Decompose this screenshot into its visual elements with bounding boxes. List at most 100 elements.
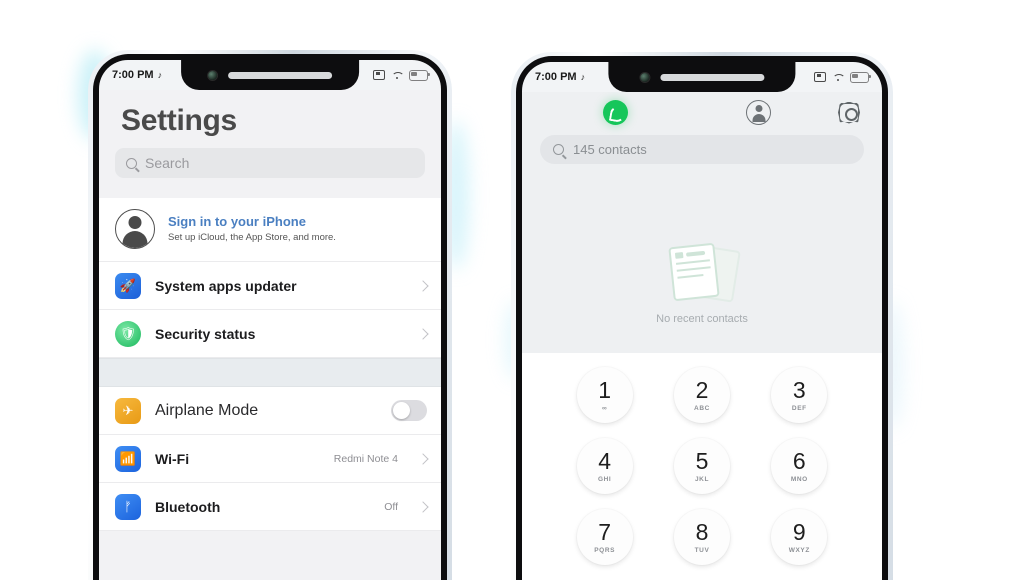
settings-content: Settings Search Sign in to your iPhone S…: [99, 90, 441, 580]
key-letters: ABC: [694, 404, 710, 412]
chevron-right-icon: [417, 279, 429, 292]
row-value: Redmi Note 4: [333, 452, 398, 465]
sign-in-text: Sign in to your iPhone Set up iCloud, th…: [168, 214, 336, 245]
key-digit: 6: [792, 447, 806, 474]
airplane-mode-toggle[interactable]: [391, 400, 427, 421]
settings-row-bluetooth[interactable]: ᚠ Bluetooth Off: [99, 483, 441, 531]
gear-icon: [838, 102, 860, 124]
battery-icon: [409, 69, 430, 81]
mute-icon: ♪: [580, 72, 586, 82]
settings-row-airplane-mode[interactable]: ✈ Airplane Mode: [99, 387, 441, 435]
dialpad: 1 ∞ 2 ABC 3 DEF 4 GHI 5 JKL 6 MNO 7 PQRS…: [522, 353, 882, 580]
section-separator: [99, 358, 441, 387]
dialpad-key-5[interactable]: 5 JKL: [673, 438, 730, 494]
key-digit: 5: [695, 447, 709, 474]
shield-icon: 🛡: [115, 320, 141, 347]
empty-state: No recent contacts: [522, 242, 882, 325]
bluetooth-icon: ᚠ: [115, 493, 141, 520]
settings-row-system-apps-updater[interactable]: 🚀 System apps updater: [99, 262, 441, 310]
wifi-icon: [832, 73, 844, 82]
dialpad-key-3[interactable]: 3 DEF: [771, 367, 828, 423]
settings-row-security-status[interactable]: 🛡 Security status: [99, 310, 441, 358]
tab-settings[interactable]: [838, 102, 860, 124]
row-label: System apps updater: [155, 277, 297, 294]
contacts-icon: [746, 100, 771, 125]
chevron-right-icon: [417, 327, 429, 340]
sign-in-title: Sign in to your iPhone: [168, 213, 306, 229]
chevron-right-icon: [417, 452, 429, 465]
key-digit: 9: [792, 518, 806, 545]
key-digit: 7: [598, 518, 612, 545]
tab-keypad[interactable]: [544, 100, 687, 125]
row-label: Security status: [155, 325, 256, 342]
sign-in-row[interactable]: Sign in to your iPhone Set up iCloud, th…: [99, 198, 441, 262]
dialpad-key-7[interactable]: 7 PQRS: [576, 509, 633, 565]
search-input[interactable]: Search: [115, 148, 425, 178]
dialer-tabbar: [522, 92, 882, 131]
settings-row-wifi[interactable]: 📶 Wi-Fi Redmi Note 4: [99, 435, 441, 483]
dialpad-row: 7 PQRS 8 TUV 9 WXYZ: [522, 509, 882, 565]
dialer-content: 145 contacts No recent contacts 1 ∞ 2 AB…: [522, 92, 882, 580]
key-letters: DEF: [791, 404, 807, 412]
status-bar-left-group: 7:00 PM ♪: [112, 69, 162, 81]
dialpad-row: 1 ∞ 2 ABC 3 DEF: [522, 367, 882, 423]
search-icon: [553, 144, 564, 155]
key-digit: 1: [598, 376, 612, 403]
wifi-icon: [391, 71, 403, 80]
key-letters: MNO: [790, 475, 808, 483]
status-bar-right: 7:00 PM ♪: [522, 62, 882, 92]
empty-contacts-cards-icon: [665, 242, 741, 304]
key-letters: PQRS: [594, 546, 616, 554]
key-digit: 3: [792, 376, 806, 403]
airplane-icon: ✈: [115, 397, 141, 424]
screenshot-icon: [814, 72, 826, 82]
settings-group-account: Sign in to your iPhone Set up iCloud, th…: [99, 198, 441, 358]
row-label: Airplane Mode: [155, 401, 259, 419]
dialpad-key-9[interactable]: 9 WXYZ: [771, 509, 828, 565]
wifi-icon: 📶: [115, 445, 141, 472]
status-bar-right-group: [814, 71, 871, 83]
phone-mockup-settings: 7:00 PM ♪ Settings Search Sign in to you…: [88, 50, 452, 580]
page-title: Settings: [121, 104, 237, 137]
dialpad-key-8[interactable]: 8 TUV: [673, 509, 730, 565]
key-letters: GHI: [597, 475, 612, 483]
key-digit: 8: [695, 518, 709, 545]
battery-icon: [850, 71, 871, 83]
phone-icon: [603, 100, 628, 125]
settings-group-connectivity: ✈ Airplane Mode 📶 Wi-Fi Redmi Note 4 ᚠ B…: [99, 387, 441, 531]
status-time: 7:00 PM: [112, 69, 154, 81]
phone-screen-dialer: 7:00 PM ♪ 145 contacts No recent contact…: [522, 62, 882, 580]
empty-state-text: No recent contacts: [656, 313, 748, 325]
chevron-right-icon: [417, 500, 429, 513]
contacts-search-input[interactable]: 145 contacts: [540, 135, 864, 164]
key-letters: ∞: [602, 404, 608, 412]
tab-contacts[interactable]: [687, 100, 830, 125]
phone-screen-settings: 7:00 PM ♪ Settings Search Sign in to you…: [99, 60, 441, 580]
key-digit: 2: [695, 376, 709, 403]
row-value: Off: [384, 500, 398, 513]
phone-mockup-dialer: 7:00 PM ♪ 145 contacts No recent contact…: [511, 52, 893, 580]
screenshot-canvas: 7:00 PM ♪ Settings Search Sign in to you…: [0, 0, 1024, 580]
mute-icon: ♪: [157, 70, 163, 80]
search-placeholder: Search: [145, 155, 190, 171]
sign-in-subtitle: Set up iCloud, the App Store, and more.: [168, 231, 336, 243]
row-label: Bluetooth: [155, 498, 221, 515]
key-letters: JKL: [694, 475, 710, 483]
dialpad-key-1[interactable]: 1 ∞: [576, 367, 633, 423]
search-icon: [126, 157, 137, 169]
person-avatar-icon: [115, 209, 155, 249]
dialpad-row: 4 GHI 5 JKL 6 MNO: [522, 438, 882, 494]
status-bar-left: 7:00 PM ♪: [99, 60, 441, 90]
dialpad-key-4[interactable]: 4 GHI: [576, 438, 633, 494]
screenshot-icon: [373, 70, 385, 80]
search-placeholder: 145 contacts: [573, 142, 647, 157]
rocket-icon: 🚀: [115, 272, 141, 299]
key-letters: WXYZ: [788, 546, 810, 554]
dialpad-key-2[interactable]: 2 ABC: [673, 367, 730, 423]
status-bar-right-group: [373, 69, 430, 81]
key-letters: TUV: [694, 546, 710, 554]
dialpad-key-6[interactable]: 6 MNO: [771, 438, 828, 494]
row-label: Wi-Fi: [155, 450, 190, 467]
key-digit: 4: [598, 447, 612, 474]
